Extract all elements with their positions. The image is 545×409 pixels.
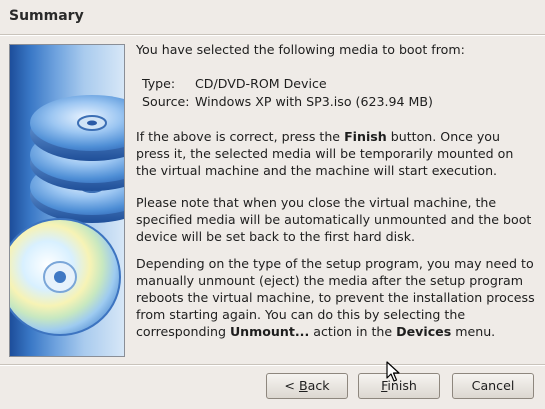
setup-note: Depending on the type of the setup progr… <box>136 256 535 339</box>
devices-bold-text: Devices <box>396 324 452 339</box>
unmount-bold-text: Unmount... <box>229 324 310 339</box>
source-label: Source: <box>142 94 190 109</box>
intro-text: You have selected the following media to… <box>136 42 465 57</box>
media-source-row: Source: Windows XP with SP3.iso (623.94 … <box>142 93 433 111</box>
page-title: Summary <box>9 8 84 24</box>
media-type-row: Type: CD/DVD-ROM Device <box>142 75 433 93</box>
finish-bold-text: Finish <box>344 129 387 144</box>
type-label: Type: <box>142 76 176 91</box>
source-value: Windows XP with SP3.iso (623.94 MB) <box>195 94 433 109</box>
cancel-button[interactable]: Cancel <box>452 373 534 399</box>
unmount-note: Please note that when you close the virt… <box>136 195 532 244</box>
wizard-banner <box>9 44 125 357</box>
footer-separator <box>0 364 545 366</box>
cd-stack-icon <box>10 95 124 336</box>
mouse-pointer-icon <box>386 361 400 382</box>
header-separator <box>0 34 545 36</box>
type-value: CD/DVD-ROM Device <box>195 76 327 91</box>
back-button[interactable]: < Back <box>266 373 348 399</box>
media-info: Type: CD/DVD-ROM Device Source: Windows … <box>142 75 433 111</box>
finish-instructions: If the above is correct, press the Finis… <box>136 129 514 178</box>
